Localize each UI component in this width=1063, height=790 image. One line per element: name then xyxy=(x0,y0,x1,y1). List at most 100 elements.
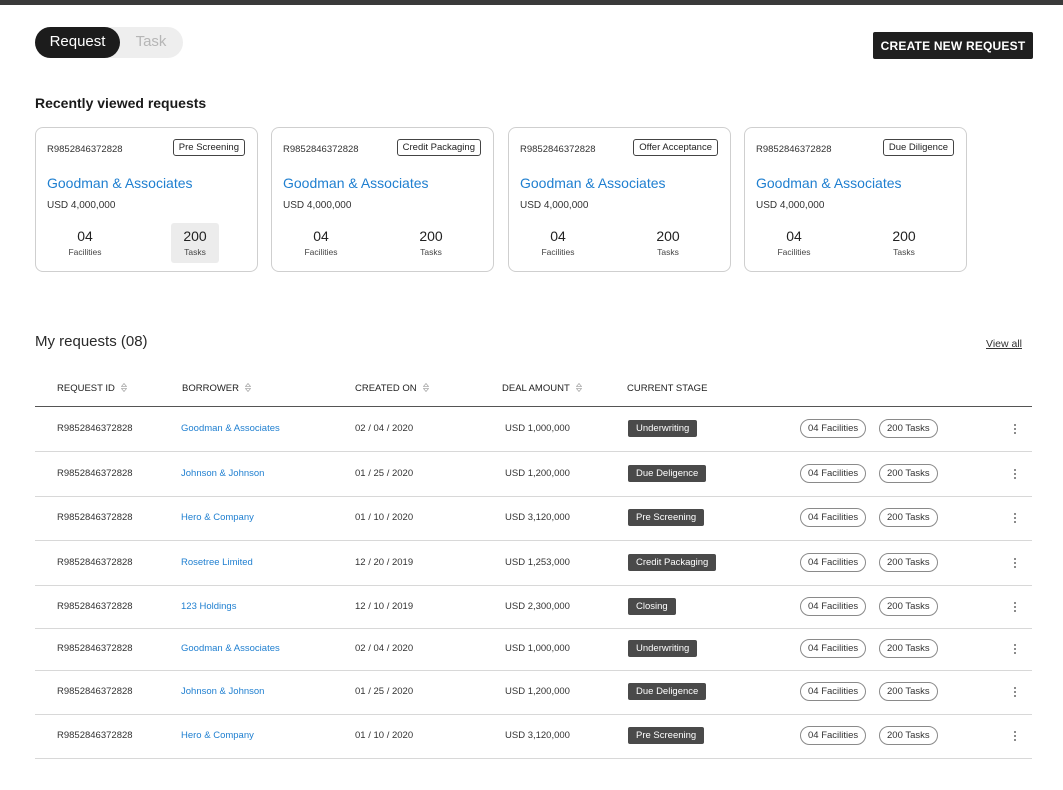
card-tasks[interactable]: 200 Tasks xyxy=(171,223,219,263)
row-borrower-link[interactable]: Goodman & Associates xyxy=(181,423,280,434)
table-row[interactable]: R9852846372828 123 Holdings 12 / 10 / 2019… xyxy=(35,585,1032,629)
recent-request-card[interactable]: R9852846372828 Pre Screening Goodman & Ass… xyxy=(35,127,258,272)
card-facilities[interactable]: 04 Facilities xyxy=(61,223,109,263)
row-tasks-pill[interactable]: 200 Tasks xyxy=(879,682,938,701)
row-tasks-pill[interactable]: 200 Tasks xyxy=(879,639,938,658)
tasks-count: 200 xyxy=(419,228,443,244)
card-facilities[interactable]: 04 Facilities xyxy=(297,223,345,263)
row-facilities-pill[interactable]: 04 Facilities xyxy=(800,682,867,701)
table-row[interactable]: R9852846372828 Goodman & Associates 02 / 0… xyxy=(35,407,1032,452)
card-borrower-link[interactable]: Goodman & Associates xyxy=(47,175,193,191)
col-created-on[interactable]: CREATED ON xyxy=(355,383,429,394)
card-borrower-link[interactable]: Goodman & Associates xyxy=(756,175,902,191)
top-bar xyxy=(0,0,1063,5)
row-tasks-pill[interactable]: 200 Tasks xyxy=(879,553,938,572)
row-created-on: 02 / 04 / 2020 xyxy=(355,643,414,654)
col-created-on-label: CREATED ON xyxy=(355,383,417,394)
row-deal-amount: USD 1,200,000 xyxy=(505,468,570,479)
kebab-menu-icon[interactable] xyxy=(1010,687,1020,701)
row-borrower-link[interactable]: Hero & Company xyxy=(181,512,254,523)
col-borrower[interactable]: BORROWER xyxy=(182,383,251,394)
row-tasks-pill[interactable]: 200 Tasks xyxy=(879,597,938,616)
card-request-id: R9852846372828 xyxy=(283,144,359,155)
row-request-id: R9852846372828 xyxy=(57,512,133,523)
row-stage-badge: Pre Screening xyxy=(628,727,705,744)
row-request-id: R9852846372828 xyxy=(57,557,133,568)
table-row[interactable]: R9852846372828 Rosetree Limited 12 / 20 / … xyxy=(35,540,1032,586)
row-tasks-pill[interactable]: 200 Tasks xyxy=(879,726,938,745)
row-facilities-pill[interactable]: 04 Facilities xyxy=(800,639,867,658)
row-borrower-link[interactable]: Rosetree Limited xyxy=(181,557,253,568)
row-created-on: 01 / 25 / 2020 xyxy=(355,686,414,697)
recent-request-card[interactable]: R9852846372828 Due Diligence Goodman & Ass… xyxy=(744,127,967,272)
card-request-id: R9852846372828 xyxy=(47,144,123,155)
facilities-label: Facilities xyxy=(304,247,338,257)
sort-icon xyxy=(575,383,582,392)
row-borrower-link[interactable]: Hero & Company xyxy=(181,730,254,741)
row-tasks-pill[interactable]: 200 Tasks xyxy=(879,508,938,527)
card-amount: USD 4,000,000 xyxy=(47,200,116,211)
facilities-count: 04 xyxy=(313,228,329,244)
row-stage-badge: Credit Packaging xyxy=(628,554,717,571)
table-row[interactable]: R9852846372828 Johnson & Johnson 01 / 25 /… xyxy=(35,452,1032,497)
table-row[interactable]: R9852846372828 Hero & Company 01 / 10 / 20… xyxy=(35,714,1032,759)
row-borrower-link[interactable]: Johnson & Johnson xyxy=(181,468,264,479)
row-facilities-pill[interactable]: 04 Facilities xyxy=(800,464,867,483)
kebab-menu-icon[interactable] xyxy=(1010,644,1020,658)
kebab-menu-icon[interactable] xyxy=(1010,513,1020,527)
sort-icon xyxy=(120,383,127,392)
card-borrower-link[interactable]: Goodman & Associates xyxy=(283,175,429,191)
col-deal-amount-label: DEAL AMOUNT xyxy=(502,383,570,394)
row-facilities-pill[interactable]: 04 Facilities xyxy=(800,597,867,616)
row-borrower-link[interactable]: Johnson & Johnson xyxy=(181,686,264,697)
toggle-request[interactable]: Request xyxy=(35,27,120,58)
kebab-menu-icon[interactable] xyxy=(1010,558,1020,572)
card-facilities[interactable]: 04 Facilities xyxy=(534,223,582,263)
card-stage-tag: Offer Acceptance xyxy=(633,139,718,156)
card-tasks[interactable]: 200 Tasks xyxy=(644,223,692,263)
recently-viewed-title: Recently viewed requests xyxy=(35,95,207,111)
tasks-label: Tasks xyxy=(184,247,206,257)
create-new-request-button[interactable]: CREATE NEW REQUEST xyxy=(873,32,1033,59)
card-request-id: R9852846372828 xyxy=(520,144,596,155)
row-request-id: R9852846372828 xyxy=(57,423,133,434)
card-facilities[interactable]: 04 Facilities xyxy=(770,223,818,263)
tasks-count: 200 xyxy=(892,228,916,244)
card-amount: USD 4,000,000 xyxy=(756,200,825,211)
row-tasks-pill[interactable]: 200 Tasks xyxy=(879,419,938,438)
kebab-menu-icon[interactable] xyxy=(1010,602,1020,616)
row-tasks-pill[interactable]: 200 Tasks xyxy=(879,464,938,483)
card-tasks[interactable]: 200 Tasks xyxy=(880,223,928,263)
kebab-menu-icon[interactable] xyxy=(1010,469,1020,483)
table-header: REQUEST ID BORROWER CREATED ON DEAL AMOU… xyxy=(35,373,1032,407)
row-request-id: R9852846372828 xyxy=(57,601,133,612)
card-tasks[interactable]: 200 Tasks xyxy=(407,223,455,263)
row-deal-amount: USD 1,000,000 xyxy=(505,423,570,434)
row-created-on: 01 / 10 / 2020 xyxy=(355,730,414,741)
card-borrower-link[interactable]: Goodman & Associates xyxy=(520,175,666,191)
table-row[interactable]: R9852846372828 Hero & Company 01 / 10 / 20… xyxy=(35,496,1032,541)
toggle-task[interactable]: Task xyxy=(129,27,173,58)
recent-request-card[interactable]: R9852846372828 Offer Acceptance Goodman & … xyxy=(508,127,731,272)
card-stage-tag: Due Diligence xyxy=(882,139,954,156)
row-facilities-pill[interactable]: 04 Facilities xyxy=(800,508,867,527)
col-request-id-label: REQUEST ID xyxy=(57,383,115,394)
recent-request-card[interactable]: R9852846372828 Credit Packaging Goodman & … xyxy=(271,127,494,272)
view-all-link[interactable]: View all xyxy=(986,338,1022,350)
table-row[interactable]: R9852846372828 Johnson & Johnson 01 / 25 /… xyxy=(35,670,1032,715)
col-deal-amount[interactable]: DEAL AMOUNT xyxy=(502,383,582,394)
row-facilities-pill[interactable]: 04 Facilities xyxy=(800,726,867,745)
col-request-id[interactable]: REQUEST ID xyxy=(57,383,127,394)
row-facilities-pill[interactable]: 04 Facilities xyxy=(800,419,867,438)
card-request-id: R9852846372828 xyxy=(756,144,832,155)
kebab-menu-icon[interactable] xyxy=(1010,731,1020,745)
row-borrower-link[interactable]: 123 Holdings xyxy=(181,601,236,612)
request-task-toggle: Request Task xyxy=(35,27,183,58)
row-facilities-pill[interactable]: 04 Facilities xyxy=(800,553,867,572)
col-borrower-label: BORROWER xyxy=(182,383,239,394)
row-created-on: 01 / 25 / 2020 xyxy=(355,468,414,479)
kebab-menu-icon[interactable] xyxy=(1010,424,1020,438)
row-borrower-link[interactable]: Goodman & Associates xyxy=(181,643,280,654)
table-row[interactable]: R9852846372828 Goodman & Associates 02 / 0… xyxy=(35,628,1032,671)
row-deal-amount: USD 1,000,000 xyxy=(505,643,570,654)
